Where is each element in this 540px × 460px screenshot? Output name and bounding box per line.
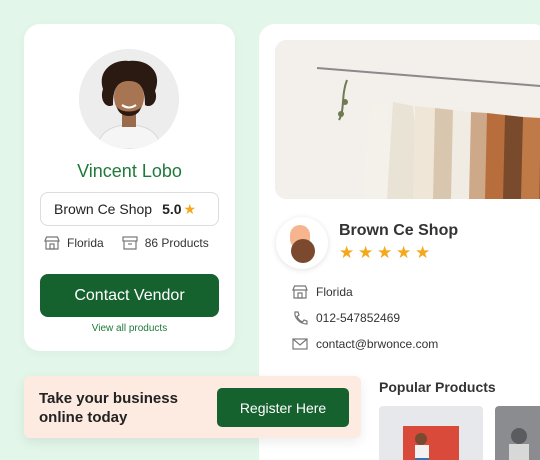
phone-icon xyxy=(294,311,308,325)
products-count: 86 Products xyxy=(144,236,209,250)
avatar-image xyxy=(79,49,179,149)
star-icon: ★ xyxy=(377,243,393,262)
shop-email-row: contact@brwonce.com xyxy=(292,335,438,353)
product-thumbnail[interactable] xyxy=(379,406,483,460)
popular-products-title: Popular Products xyxy=(379,379,496,395)
products-info: 86 Products xyxy=(122,236,209,250)
shop-phone-row: 012-547852469 xyxy=(292,309,400,327)
star-icon: ★ xyxy=(183,200,197,217)
shop-location: Florida xyxy=(316,285,353,299)
mail-icon xyxy=(292,338,308,350)
product-thumbnail[interactable] xyxy=(495,406,540,460)
avatar xyxy=(79,49,179,149)
shop-cover-image xyxy=(275,40,540,199)
location-info: Florida xyxy=(44,236,104,250)
product-image xyxy=(379,406,483,460)
shop-location-row: Florida xyxy=(292,283,353,301)
shop-rating-pill: Brown Ce Shop 5.0 ★ xyxy=(40,192,219,226)
star-icon: ★ xyxy=(339,243,355,262)
view-all-products-link[interactable]: View all products xyxy=(24,323,235,334)
product-image xyxy=(495,406,540,460)
location-text: Florida xyxy=(67,236,104,250)
register-button[interactable]: Register Here xyxy=(217,388,349,427)
rating-value: 5.0 xyxy=(162,201,182,217)
promo-banner: Take your business online today Register… xyxy=(24,376,361,438)
clothing-rack-image xyxy=(275,40,540,199)
vendor-name: Vincent Lobo xyxy=(77,161,182,181)
shop-logo-mark xyxy=(290,225,315,263)
archive-icon xyxy=(122,236,138,250)
shop-rating-stars: ★ ★ ★ ★ ★ xyxy=(339,243,434,263)
store-icon xyxy=(292,285,308,299)
star-icon: ★ xyxy=(358,243,374,262)
star-icon: ★ xyxy=(396,243,412,262)
shop-email[interactable]: contact@brwonce.com xyxy=(316,337,438,351)
promo-text: Take your business online today xyxy=(39,390,178,426)
contact-vendor-button[interactable]: Contact Vendor xyxy=(40,274,219,317)
shop-phone[interactable]: 012-547852469 xyxy=(316,311,400,325)
vendor-card: Vincent Lobo Brown Ce Shop 5.0 ★ Florida… xyxy=(24,24,235,351)
shop-logo xyxy=(276,217,328,269)
vendor-meta: Florida 86 Products xyxy=(44,234,224,252)
store-icon xyxy=(44,236,60,250)
shop-title: Brown Ce Shop xyxy=(339,222,459,239)
star-icon: ★ xyxy=(415,243,431,262)
shop-name: Brown Ce Shop xyxy=(54,201,153,217)
